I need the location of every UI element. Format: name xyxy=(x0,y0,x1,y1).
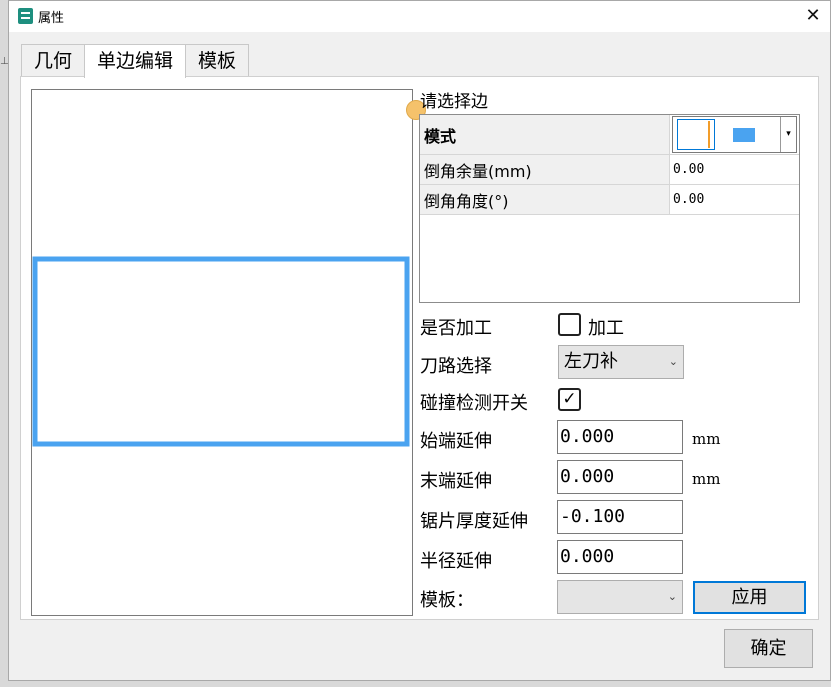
chevron-down-icon[interactable]: ▾ xyxy=(780,117,796,152)
close-button[interactable]: ✕ xyxy=(802,5,824,27)
radius-extension-input[interactable]: 0.000 xyxy=(557,540,683,574)
ok-button[interactable]: 确定 xyxy=(724,629,813,668)
chamfer-allowance-value[interactable]: 0.00 xyxy=(670,155,799,184)
preview-drawing xyxy=(32,256,410,447)
tab-panel: 请选择边 模式 ▾ 倒角余量(mm) 0.00 倒角角度(°) 0.00 是否加… xyxy=(20,76,819,620)
collision-checkbox[interactable]: ✓ xyxy=(558,388,581,411)
blade-thickness-extension-input[interactable]: -0.100 xyxy=(557,500,683,534)
toolpath-select[interactable]: 左刀补 ⌄ xyxy=(558,345,684,379)
collision-label: 碰撞检测开关 xyxy=(420,393,528,414)
process-checkbox-label: 加工 xyxy=(588,318,624,339)
title-bar: 属性 ✕ xyxy=(9,1,830,32)
start-extension-input[interactable]: 0.000 xyxy=(557,420,683,454)
grid-key: 模式 xyxy=(420,115,670,154)
panel-outline[interactable] xyxy=(32,256,410,447)
select-edge-title: 请选择边 xyxy=(420,92,488,112)
end-extension-unit: mm xyxy=(692,470,721,488)
chevron-down-icon: ⌄ xyxy=(668,355,678,368)
toolpath-value: 左刀补 xyxy=(564,351,618,372)
edge-preview-canvas[interactable] xyxy=(31,89,413,616)
start-extension-label: 始端延伸 xyxy=(420,431,492,452)
apply-button[interactable]: 应用 xyxy=(693,581,806,614)
grid-row-chamfer-allowance: 倒角余量(mm) 0.00 xyxy=(420,155,799,185)
end-extension-label: 末端延伸 xyxy=(420,471,492,492)
template-select[interactable]: ⌄ xyxy=(557,580,683,614)
grid-key: 倒角余量(mm) xyxy=(420,155,670,184)
grid-key: 倒角角度(°) xyxy=(420,185,670,214)
edge-property-grid: 模式 ▾ 倒角余量(mm) 0.00 倒角角度(°) 0.00 xyxy=(419,114,800,303)
toolpath-label: 刀路选择 xyxy=(420,356,492,377)
process-checkbox[interactable] xyxy=(558,313,581,336)
mode-edge-orange-icon xyxy=(708,121,710,148)
start-extension-unit: mm xyxy=(692,430,721,448)
grid-row-chamfer-angle: 倒角角度(°) 0.00 xyxy=(420,185,799,215)
blade-thickness-extension-label: 锯片厚度延伸 xyxy=(420,511,528,532)
tab-single-edge-edit[interactable]: 单边编辑 xyxy=(84,44,187,78)
mode-fill-icon xyxy=(733,128,755,142)
end-extension-input[interactable]: 0.000 xyxy=(557,460,683,494)
background-window-edge: ⊥ xyxy=(0,56,9,67)
window-title: 属性 xyxy=(38,11,65,26)
grid-row-mode: 模式 ▾ xyxy=(420,115,799,155)
mode-dropdown[interactable]: ▾ xyxy=(672,116,797,153)
tab-geometry[interactable]: 几何 xyxy=(21,44,86,77)
radius-extension-label: 半径延伸 xyxy=(420,551,492,572)
app-icon xyxy=(18,8,33,24)
process-label: 是否加工 xyxy=(420,318,492,339)
properties-dialog: 属性 ✕ 几何 单边编辑 模板 请选择边 模式 ▾ 倒角余量(mm) 0.00 … xyxy=(8,0,831,681)
template-label: 模板： xyxy=(420,590,474,611)
chevron-down-icon: ⌄ xyxy=(667,590,677,603)
tab-strip: 几何 单边编辑 模板 xyxy=(21,44,250,78)
tab-template[interactable]: 模板 xyxy=(185,44,250,77)
chamfer-angle-value[interactable]: 0.00 xyxy=(670,185,799,214)
